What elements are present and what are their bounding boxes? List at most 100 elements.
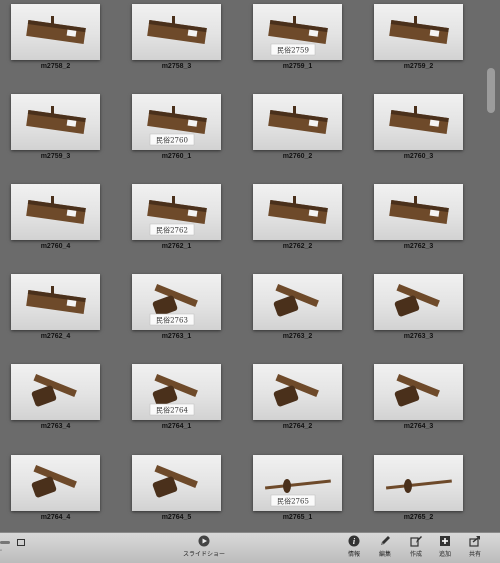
photo-thumbnail[interactable]: 民俗2763 m2763_1 xyxy=(121,272,242,362)
photo-image[interactable] xyxy=(11,274,100,330)
share-icon xyxy=(469,536,480,547)
specimen-label-tag: 民俗2760 xyxy=(149,133,195,146)
zoom-slider-track[interactable] xyxy=(0,541,10,544)
photo-image[interactable]: 民俗2765 xyxy=(253,455,342,511)
specimen-label-text: 民俗2762 xyxy=(156,226,188,235)
tool-illustration xyxy=(268,106,328,134)
bottom-toolbar: ◦ スライドショー i 情報 編集 作成 追加 共有 xyxy=(0,532,500,563)
photo-image[interactable] xyxy=(253,274,342,330)
photo-caption: m2764_1 xyxy=(161,423,192,430)
play-icon xyxy=(198,535,210,547)
photo-image[interactable]: 民俗2764 xyxy=(132,364,221,420)
photo-caption: m2764_3 xyxy=(403,423,434,430)
share-button[interactable]: 共有 xyxy=(464,535,486,561)
vertical-scrollbar[interactable] xyxy=(484,0,498,532)
small-thumbnail-icon: ◦ xyxy=(0,548,3,554)
photo-image[interactable] xyxy=(374,274,463,330)
photo-thumbnail[interactable]: m2763_4 xyxy=(0,362,121,452)
photo-thumbnail[interactable]: m2760_2 xyxy=(242,92,363,182)
photo-thumbnail[interactable]: m2764_4 xyxy=(0,453,121,532)
info-button[interactable]: i 情報 xyxy=(343,535,365,561)
photo-thumbnail[interactable]: m2765_2 xyxy=(363,453,484,532)
photo-thumbnail[interactable]: m2764_2 xyxy=(242,362,363,452)
photo-thumbnail[interactable]: m2760_4 xyxy=(0,182,121,272)
slideshow-button[interactable]: スライドショー xyxy=(178,535,230,561)
photo-image[interactable]: 民俗2763 xyxy=(132,274,221,330)
tool-illustration xyxy=(394,284,440,317)
photo-thumbnail[interactable]: m2762_3 xyxy=(363,182,484,272)
photo-image[interactable] xyxy=(11,364,100,420)
specimen-label-text: 民俗2760 xyxy=(156,136,188,145)
photo-caption: m2762_3 xyxy=(403,243,434,250)
photo-caption: m2758_2 xyxy=(40,63,71,70)
specimen-label-tag: 民俗2759 xyxy=(270,43,316,56)
photo-image[interactable] xyxy=(132,455,221,511)
photo-thumbnail[interactable]: 民俗2759 m2759_1 xyxy=(242,2,363,92)
zoom-slider[interactable]: ◦ xyxy=(0,533,30,563)
photo-image[interactable] xyxy=(253,184,342,240)
photo-caption: m2760_2 xyxy=(282,153,313,160)
edit-button[interactable]: 編集 xyxy=(374,535,396,561)
photo-thumbnail[interactable]: m2758_2 xyxy=(0,2,121,92)
photo-image[interactable] xyxy=(132,4,221,60)
photo-thumbnail[interactable]: 民俗2760 m2760_1 xyxy=(121,92,242,182)
photo-image[interactable]: 民俗2760 xyxy=(132,94,221,150)
scrollbar-thumb[interactable] xyxy=(487,68,495,113)
photo-image[interactable] xyxy=(374,184,463,240)
specimen-label-text: 民俗2759 xyxy=(277,46,309,55)
photo-image[interactable]: 民俗2762 xyxy=(132,184,221,240)
tool-illustration: 民俗2763 xyxy=(149,284,198,326)
photo-caption: m2765_2 xyxy=(403,514,434,521)
specimen-label-text: 民俗2764 xyxy=(156,406,188,415)
edit-label: 編集 xyxy=(378,552,391,558)
tool-illustration xyxy=(273,374,319,407)
photo-caption: m2760_3 xyxy=(403,153,434,160)
photo-image[interactable] xyxy=(374,4,463,60)
photo-thumbnail[interactable]: 民俗2765 m2765_1 xyxy=(242,453,363,532)
photo-thumbnail[interactable]: m2764_3 xyxy=(363,362,484,452)
photo-image[interactable] xyxy=(11,4,100,60)
photo-thumbnail[interactable]: m2763_3 xyxy=(363,272,484,362)
photo-thumbnail[interactable]: m2762_4 xyxy=(0,272,121,362)
photo-caption: m2762_1 xyxy=(161,243,192,250)
photo-thumbnail[interactable]: m2759_2 xyxy=(363,2,484,92)
photo-image[interactable] xyxy=(11,184,100,240)
tool-illustration: 民俗2762 xyxy=(147,196,207,236)
photo-caption: m2759_2 xyxy=(403,63,434,70)
create-label: 作成 xyxy=(409,552,422,558)
photo-thumbnail[interactable]: m2764_5 xyxy=(121,453,242,532)
specimen-label-tag: 民俗2764 xyxy=(149,403,195,416)
tool-illustration: 民俗2759 xyxy=(268,16,328,56)
photo-caption: m2763_4 xyxy=(40,423,71,430)
create-button[interactable]: 作成 xyxy=(405,535,427,561)
photo-image[interactable] xyxy=(11,94,100,150)
photo-thumbnail[interactable]: m2758_3 xyxy=(121,2,242,92)
slideshow-label: スライドショー xyxy=(182,552,225,558)
large-thumbnail-icon xyxy=(17,539,25,546)
photo-thumbnail[interactable]: 民俗2764 m2764_1 xyxy=(121,362,242,452)
photo-grid: m2758_2 m2758_3 民俗2759 m2759_1 m2759_2 m2759_… xyxy=(0,0,484,532)
tool-illustration: 民俗2760 xyxy=(147,106,207,146)
photo-caption: m2759_3 xyxy=(40,153,71,160)
tool-illustration xyxy=(394,374,440,407)
tool-illustration xyxy=(273,284,319,317)
specimen-label-tag: 民俗2765 xyxy=(270,494,316,507)
photo-thumbnail[interactable]: m2760_3 xyxy=(363,92,484,182)
photo-image[interactable] xyxy=(253,94,342,150)
tool-illustration xyxy=(26,196,86,224)
photo-caption: m2759_1 xyxy=(282,63,313,70)
tool-illustration xyxy=(26,106,86,134)
photo-image[interactable] xyxy=(253,364,342,420)
photo-thumbnail[interactable]: m2762_2 xyxy=(242,182,363,272)
pencil-icon xyxy=(381,536,390,545)
photo-image[interactable] xyxy=(374,455,463,511)
photo-image[interactable]: 民俗2759 xyxy=(253,4,342,60)
photo-thumbnail[interactable]: m2763_2 xyxy=(242,272,363,362)
photo-image[interactable] xyxy=(374,94,463,150)
add-button[interactable]: 追加 xyxy=(434,535,456,561)
photo-image[interactable] xyxy=(374,364,463,420)
photo-caption: m2764_5 xyxy=(161,514,192,521)
photo-thumbnail[interactable]: m2759_3 xyxy=(0,92,121,182)
photo-thumbnail[interactable]: 民俗2762 m2762_1 xyxy=(121,182,242,272)
photo-image[interactable] xyxy=(11,455,100,511)
